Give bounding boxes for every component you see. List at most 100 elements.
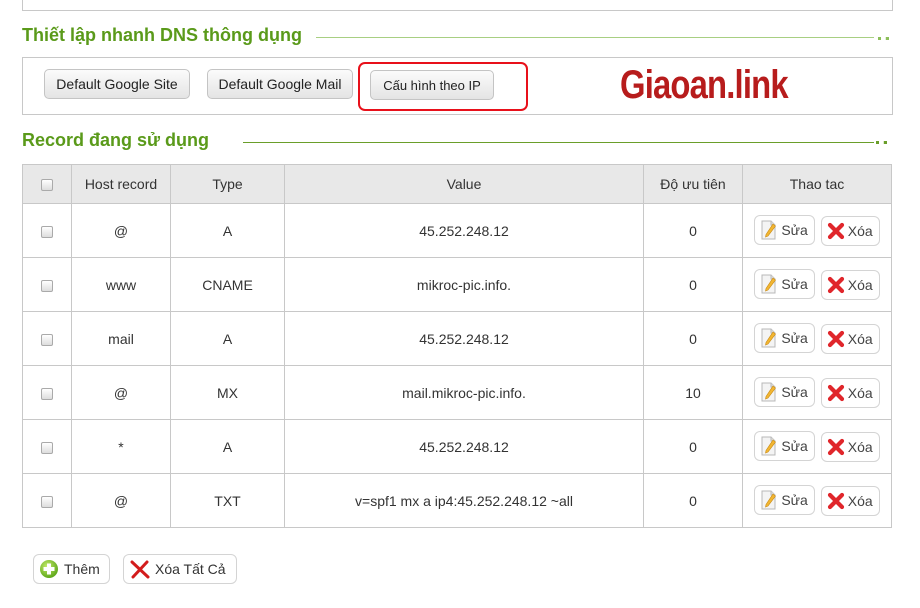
delete-button[interactable]: Xóa xyxy=(820,378,880,408)
edit-label: Sửa xyxy=(781,384,808,400)
row-select-cell xyxy=(22,257,72,312)
table-row: @ TXT v=spf1 mx a ip4:45.252.248.12 ~all… xyxy=(22,473,892,528)
value-cell: 45.252.248.12 xyxy=(284,203,644,258)
edit-document-icon xyxy=(761,328,777,348)
priority-cell: 0 xyxy=(643,203,743,258)
type-cell: A xyxy=(170,311,285,366)
table-row: @ A 45.252.248.12 0 Sửa Xóa xyxy=(22,203,892,258)
delete-label: Xóa xyxy=(847,277,873,293)
section-divider xyxy=(243,142,874,143)
red-x-icon xyxy=(827,438,844,456)
row-select-cell xyxy=(22,473,72,528)
edit-button[interactable]: Sửa xyxy=(754,485,815,515)
type-cell: A xyxy=(170,419,285,474)
section-divider xyxy=(316,37,874,38)
row-checkbox[interactable] xyxy=(41,387,53,400)
edit-label: Sửa xyxy=(781,330,808,346)
edit-label: Sửa xyxy=(781,438,808,454)
table-row: mail A 45.252.248.12 0 Sửa Xóa xyxy=(22,311,892,366)
priority-cell: 0 xyxy=(643,311,743,366)
edit-document-icon xyxy=(761,274,777,294)
add-record-label: Thêm xyxy=(64,561,100,577)
delete-label: Xóa xyxy=(847,385,873,401)
edit-document-icon xyxy=(761,436,777,456)
table-header-row: Host record Type Value Độ ưu tiên Thao t… xyxy=(22,164,892,204)
highlight-box xyxy=(358,62,528,111)
delete-all-label: Xóa Tất Cả xyxy=(155,561,226,577)
edit-document-icon xyxy=(761,490,777,510)
table-row: * A 45.252.248.12 0 Sửa Xóa xyxy=(22,419,892,474)
type-cell: TXT xyxy=(170,473,285,528)
table-row: @ MX mail.mikroc-pic.info. 10 Sửa Xóa xyxy=(22,365,892,420)
value-cell: 45.252.248.12 xyxy=(284,311,644,366)
row-checkbox[interactable] xyxy=(41,225,53,238)
header-actions: Thao tac xyxy=(742,164,892,204)
value-cell: mail.mikroc-pic.info. xyxy=(284,365,644,420)
row-select-cell xyxy=(22,365,72,420)
default-google-mail-button[interactable]: Default Google Mail xyxy=(207,69,353,99)
red-x-icon xyxy=(827,384,844,402)
actions-cell: Sửa Xóa xyxy=(742,311,892,366)
red-x-icon xyxy=(827,492,844,510)
priority-cell: 0 xyxy=(643,473,743,528)
table-row: www CNAME mikroc-pic.info. 0 Sửa Xóa xyxy=(22,257,892,312)
priority-cell: 0 xyxy=(643,419,743,474)
delete-all-button[interactable]: Xóa Tất Cả xyxy=(123,554,237,584)
host-record-cell: @ xyxy=(71,473,171,528)
host-record-cell: mail xyxy=(71,311,171,366)
header-priority: Độ ưu tiên xyxy=(643,164,743,204)
edit-button[interactable]: Sửa xyxy=(754,269,815,299)
type-cell: A xyxy=(170,203,285,258)
default-google-site-button[interactable]: Default Google Site xyxy=(44,69,190,99)
edit-label: Sửa xyxy=(781,222,808,238)
header-host-record: Host record xyxy=(71,164,171,204)
select-all-checkbox[interactable] xyxy=(41,179,53,192)
edit-document-icon xyxy=(761,382,777,402)
row-checkbox[interactable] xyxy=(41,495,53,508)
delete-label: Xóa xyxy=(847,223,873,239)
records-title: Record đang sử dụng xyxy=(22,130,210,150)
actions-cell: Sửa Xóa xyxy=(742,419,892,474)
row-select-cell xyxy=(22,203,72,258)
red-x-icon xyxy=(130,560,150,579)
priority-cell: 10 xyxy=(643,365,743,420)
delete-button[interactable]: Xóa xyxy=(820,324,880,354)
host-record-cell: www xyxy=(71,257,171,312)
quick-setup-title: Thiết lập nhanh DNS thông dụng xyxy=(22,25,302,45)
value-cell: 45.252.248.12 xyxy=(284,419,644,474)
red-x-icon xyxy=(827,330,844,348)
priority-cell: 0 xyxy=(643,257,743,312)
delete-button[interactable]: Xóa xyxy=(820,270,880,300)
row-checkbox[interactable] xyxy=(41,279,53,292)
delete-button[interactable]: Xóa xyxy=(820,216,880,246)
actions-cell: Sửa Xóa xyxy=(742,365,892,420)
add-record-button[interactable]: Thêm xyxy=(33,554,110,584)
header-type: Type xyxy=(170,164,285,204)
actions-cell: Sửa Xóa xyxy=(742,473,892,528)
delete-label: Xóa xyxy=(847,439,873,455)
red-x-icon xyxy=(827,222,844,240)
edit-button[interactable]: Sửa xyxy=(754,323,815,353)
edit-button[interactable]: Sửa xyxy=(754,215,815,245)
previous-panel xyxy=(22,0,893,11)
row-select-cell xyxy=(22,419,72,474)
dns-records-table: Host record Type Value Độ ưu tiên Thao t… xyxy=(22,164,892,528)
host-record-cell: @ xyxy=(71,365,171,420)
delete-label: Xóa xyxy=(847,493,873,509)
edit-label: Sửa xyxy=(781,492,808,508)
plus-circle-icon xyxy=(40,560,58,578)
edit-button[interactable]: Sửa xyxy=(754,377,815,407)
actions-cell: Sửa Xóa xyxy=(742,203,892,258)
host-record-cell: * xyxy=(71,419,171,474)
value-cell: v=spf1 mx a ip4:45.252.248.12 ~all xyxy=(284,473,644,528)
type-cell: MX xyxy=(170,365,285,420)
row-checkbox[interactable] xyxy=(41,441,53,454)
delete-button[interactable]: Xóa xyxy=(820,432,880,462)
delete-button[interactable]: Xóa xyxy=(820,486,880,516)
delete-label: Xóa xyxy=(847,331,873,347)
value-cell: mikroc-pic.info. xyxy=(284,257,644,312)
watermark-text: Giaoan.link xyxy=(620,63,789,107)
edit-button[interactable]: Sửa xyxy=(754,431,815,461)
header-value: Value xyxy=(284,164,644,204)
row-checkbox[interactable] xyxy=(41,333,53,346)
